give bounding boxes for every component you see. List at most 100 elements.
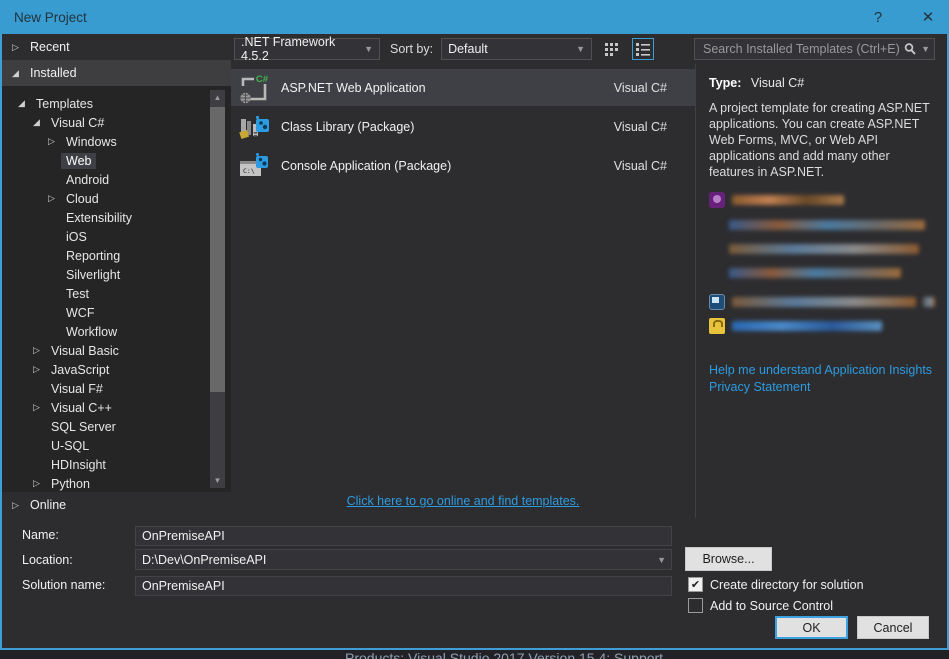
tree-item[interactable]: ▷ Cloud: [2, 189, 205, 208]
tree-item[interactable]: ▷ JavaScript: [2, 360, 205, 379]
tree-item[interactable]: U-SQL: [2, 436, 205, 455]
chevron-down-icon: ▼: [576, 44, 586, 54]
tree-scrollbar[interactable]: ▲ ▼: [210, 90, 225, 488]
sort-dropdown[interactable]: Default ▼: [441, 38, 593, 60]
create-directory-checkbox-row[interactable]: ✔ Create directory for solution: [688, 577, 864, 592]
location-input[interactable]: [135, 549, 672, 570]
title-bar[interactable]: New Project ? ✕: [0, 0, 949, 34]
scrollbar-thumb[interactable]: [210, 107, 225, 392]
tree-item-label: Templates: [36, 96, 93, 111]
tree-expander-icon[interactable]: ▷: [33, 478, 46, 489]
tree-item[interactable]: ◢ Visual C#: [2, 113, 205, 132]
project-form: Name: Location: ▼ Solution name: Browse.…: [2, 518, 947, 648]
account-option[interactable]: [709, 294, 935, 310]
redacted-line: [729, 260, 935, 278]
tree-item[interactable]: ▷ Windows: [2, 132, 205, 151]
tree-expander-icon[interactable]: ▷: [48, 136, 61, 147]
redacted-text: [732, 297, 917, 307]
category-online[interactable]: ▷ Online: [2, 492, 231, 518]
create-directory-checkbox[interactable]: ✔: [688, 577, 703, 592]
background-clipped-text: Products: Visual Studio 2017 Version 15.…: [345, 650, 664, 659]
tree-expander-icon[interactable]: ▷: [33, 345, 46, 356]
ok-button[interactable]: OK: [775, 616, 848, 639]
source-control-checkbox[interactable]: [688, 598, 703, 613]
tree-expander-icon[interactable]: ▷: [33, 402, 46, 413]
source-control-checkbox-row[interactable]: Add to Source Control: [688, 598, 833, 613]
tree-item[interactable]: SQL Server: [2, 417, 205, 436]
category-recent-label: Recent: [30, 40, 70, 54]
redacted-text: [729, 244, 919, 254]
chevron-down-icon[interactable]: ▼: [921, 44, 930, 54]
redacted-text: [729, 220, 925, 230]
tree-item[interactable]: Visual F#: [2, 379, 205, 398]
tree-item[interactable]: Extensibility: [2, 208, 205, 227]
titlebar-buttons: ? ✕: [857, 3, 949, 31]
application-insights-option[interactable]: [709, 192, 935, 208]
tree-item-label: U-SQL: [51, 438, 90, 453]
scroll-down-icon[interactable]: ▼: [210, 473, 225, 488]
privacy-statement-link[interactable]: Privacy Statement: [709, 380, 810, 394]
search-icon[interactable]: [903, 42, 917, 56]
category-installed[interactable]: ◢ Installed: [2, 60, 231, 86]
small-icons-view-button[interactable]: [601, 38, 623, 60]
template-language: Visual C#: [613, 158, 667, 173]
tree-item[interactable]: Silverlight: [2, 265, 205, 284]
tree-item-label: HDInsight: [51, 457, 106, 472]
tree-item-label: Extensibility: [66, 210, 132, 225]
tree-expander-icon[interactable]: ◢: [18, 98, 31, 109]
template-item-console-application-package[interactable]: C:\ Console Application (Package) Visual…: [231, 147, 695, 184]
browse-button[interactable]: Browse...: [685, 547, 772, 571]
tree-item[interactable]: ▷ Visual C++: [2, 398, 205, 417]
help-button[interactable]: ?: [857, 3, 899, 31]
sort-by-label: Sort by:: [390, 42, 434, 56]
tree-item[interactable]: Workflow: [2, 322, 205, 341]
list-view-button[interactable]: [632, 38, 655, 60]
help-application-insights-link[interactable]: Help me understand Application Insights: [709, 363, 932, 377]
location-label: Location:: [22, 553, 73, 567]
tree-item[interactable]: Reporting: [2, 246, 205, 265]
dialog-title: New Project: [14, 9, 87, 25]
name-input[interactable]: [135, 526, 672, 546]
tree-item[interactable]: HDInsight: [2, 455, 205, 474]
online-templates-row: Click here to go online and find templat…: [231, 494, 695, 508]
details-panel: Type: Visual C# A project template for c…: [695, 64, 947, 518]
tree-item-label: iOS: [66, 229, 87, 244]
template-name: ASP.NET Web Application: [281, 80, 426, 95]
tree-item[interactable]: Android: [2, 170, 205, 189]
location-combo[interactable]: ▼: [135, 549, 672, 570]
tree-item[interactable]: ◢ Templates: [2, 94, 205, 113]
category-recent[interactable]: ▷ Recent: [2, 34, 231, 60]
category-panel: ▷ Recent ◢ Installed ◢ Templates ◢ Visua…: [2, 34, 231, 518]
tree-item-label: Android: [66, 172, 110, 187]
tree-expander-icon[interactable]: ▷: [33, 364, 46, 375]
solution-name-input[interactable]: [135, 576, 672, 596]
tree-item[interactable]: WCF: [2, 303, 205, 322]
cancel-button[interactable]: Cancel: [857, 616, 929, 639]
chevron-right-icon: ▷: [12, 499, 19, 510]
framework-dropdown[interactable]: .NET Framework 4.5.2 ▼: [234, 35, 380, 63]
new-project-dialog: New Project ? ✕ ▷ Recent ◢ Installed ◢ T…: [0, 0, 949, 650]
search-box[interactable]: ▼: [694, 38, 935, 60]
tree-item[interactable]: ▷ Python: [2, 474, 205, 492]
chevron-down-icon[interactable]: ▼: [657, 555, 666, 565]
chevron-expanded-icon: ◢: [12, 67, 19, 78]
application-insights-icon: [709, 192, 725, 208]
screen: Products: Visual Studio 2017 Version 15.…: [0, 0, 949, 659]
tree-item[interactable]: iOS: [2, 227, 205, 246]
template-item-class-library-package[interactable]: Class Library (Package) Visual C#: [231, 108, 695, 145]
scroll-up-icon[interactable]: ▲: [210, 90, 225, 105]
tree-item[interactable]: Test: [2, 284, 205, 303]
template-item-aspnet-web-application[interactable]: C# ASP.NET Web Application Visual C#: [231, 69, 695, 106]
tree-expander-icon[interactable]: ◢: [33, 117, 46, 128]
close-button[interactable]: ✕: [907, 3, 949, 31]
tree-expander-icon[interactable]: ▷: [48, 193, 61, 204]
tree-item-label: WCF: [66, 305, 95, 320]
tree-item[interactable]: Web: [2, 151, 205, 170]
name-label: Name:: [22, 528, 59, 542]
redacted-line: [729, 214, 935, 230]
tree-item-label: Python: [51, 476, 90, 491]
tree-item[interactable]: ▷ Visual Basic: [2, 341, 205, 360]
find-templates-online-link[interactable]: Click here to go online and find templat…: [347, 494, 580, 508]
search-input[interactable]: [703, 42, 904, 56]
permission-option[interactable]: [709, 318, 935, 334]
